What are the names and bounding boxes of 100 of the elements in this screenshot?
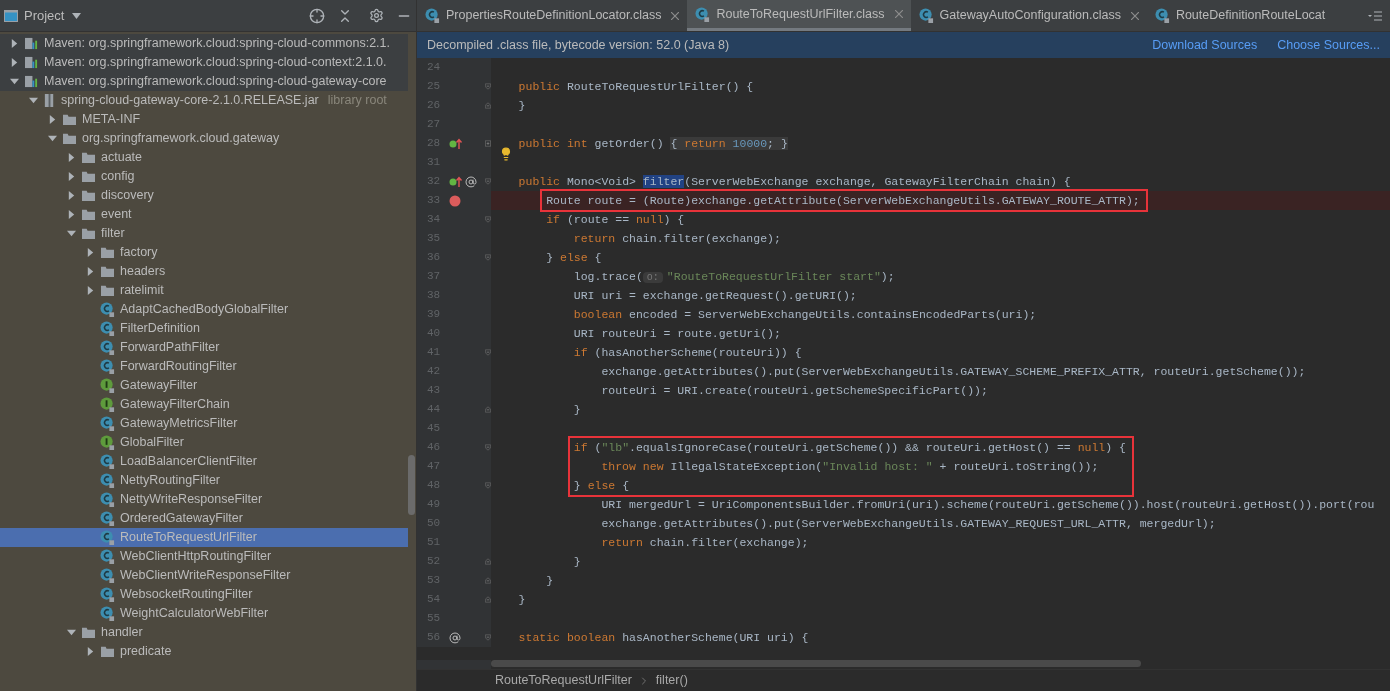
expand-arrow-icon[interactable]	[48, 115, 57, 124]
lightbulb-icon[interactable]	[499, 147, 513, 161]
tree-item[interactable]: META-INF	[0, 110, 408, 129]
code-line: URI routeUri = route.getUri();	[572, 326, 781, 342]
settings-icon[interactable]	[369, 8, 384, 23]
tree-item[interactable]: WebClientHttpRoutingFilter	[0, 547, 408, 566]
editor-tab[interactable]: RouteDefinitionRouteLocat	[1146, 0, 1334, 31]
tree-item[interactable]: WeightCalculatorWebFilter	[0, 604, 408, 623]
tree-item[interactable]: factory	[0, 243, 408, 262]
interface-icon	[100, 378, 115, 393]
folder-icon	[81, 626, 96, 639]
archive-icon	[43, 93, 56, 108]
library-icon	[24, 37, 39, 50]
code-line: return chain.filter(exchange);	[572, 231, 781, 247]
close-icon[interactable]	[671, 11, 680, 20]
tree-item[interactable]: filter	[0, 224, 408, 243]
scrollbar-thumb[interactable]	[408, 455, 415, 515]
tree-item[interactable]: WebClientWriteResponseFilter	[0, 566, 408, 585]
library-icon	[24, 56, 39, 69]
tree-item[interactable]: Maven: org.springframework.cloud:spring-cloud-commons:2.1.	[0, 34, 408, 53]
tree-item[interactable]: ratelimit	[0, 281, 408, 300]
folder-icon	[62, 113, 77, 126]
code-line: boolean encoded = ServerWebExchangeUtils.containsEncodedParts(uri);	[572, 307, 1037, 323]
expand-fold-icon[interactable]	[485, 139, 491, 148]
collapse-arrow-icon[interactable]	[48, 134, 57, 143]
implements-icon[interactable]	[449, 175, 463, 188]
expand-arrow-icon[interactable]	[86, 267, 95, 276]
expand-arrow-icon[interactable]	[10, 39, 19, 48]
tree-item[interactable]: actuate	[0, 148, 408, 167]
code-line: Route route = (Route)exchange.getAttribute(ServerWebExchangeUtils.GATEWAY_ROUTE_ATTR);	[546, 193, 1140, 209]
horizontal-scrollbar-thumb[interactable]	[491, 660, 1141, 667]
collapse-arrow-icon[interactable]	[29, 96, 38, 105]
tree-item[interactable]: GatewayMetricsFilter	[0, 414, 408, 433]
tree-item[interactable]: GatewayFilterChain	[0, 395, 408, 414]
folder-icon	[81, 208, 96, 221]
annotation-icon[interactable]	[465, 175, 477, 188]
library-icon	[24, 75, 39, 88]
interface-icon	[100, 435, 115, 450]
tree-item[interactable]: ForwardPathFilter	[0, 338, 408, 357]
code-line: if ("lb".equalsIgnoreCase(routeUri.getScheme()) && routeUri.getHost() == null) {	[573, 440, 1126, 456]
collapse-arrow-icon[interactable]	[10, 77, 19, 86]
code-line: }	[572, 554, 581, 570]
editor-tab[interactable]: GatewayAutoConfiguration.class	[910, 0, 1147, 31]
class-icon	[100, 606, 115, 621]
tree-item[interactable]: discovery	[0, 186, 408, 205]
class-icon	[100, 359, 115, 374]
tree-item[interactable]: GlobalFilter	[0, 433, 408, 452]
expand-arrow-icon[interactable]	[10, 58, 19, 67]
locate-icon[interactable]	[309, 7, 325, 24]
panel-title[interactable]: Project	[24, 5, 65, 26]
tree-item[interactable]: Maven: org.springframework.cloud:spring-cloud-gateway-core	[0, 72, 408, 91]
tree-item[interactable]: event	[0, 205, 408, 224]
folder-icon	[100, 246, 115, 259]
editor-tab[interactable]: PropertiesRouteDefinitionLocator.class	[417, 0, 688, 31]
code-line: } else {	[545, 250, 602, 266]
close-icon[interactable]	[894, 10, 903, 18]
code-line: static boolean hasAnotherScheme(URI uri) {	[517, 630, 809, 646]
tree-item[interactable]: FilterDefinition	[0, 319, 408, 338]
annotation-icon[interactable]	[449, 631, 461, 644]
editor-tab[interactable]: RouteToRequestUrlFilter.class	[687, 0, 911, 31]
code-line: }	[517, 592, 526, 608]
expand-arrow-icon[interactable]	[86, 647, 95, 656]
tree-item[interactable]: OrderedGatewayFilter	[0, 509, 408, 528]
code-line: }	[545, 573, 554, 589]
tab-list-icon[interactable]	[1368, 10, 1382, 21]
banner-link[interactable]: Download Sources	[1152, 35, 1258, 55]
tree-item[interactable]: AdaptCachedBodyGlobalFilter	[0, 300, 408, 319]
tree-item[interactable]: RouteToRequestUrlFilter	[0, 528, 408, 547]
class-icon	[425, 8, 440, 23]
breadcrumb-item[interactable]: filter()	[655, 671, 688, 690]
class-icon	[695, 6, 711, 22]
tree-item[interactable]: WebsocketRoutingFilter	[0, 585, 408, 604]
tree-item[interactable]: NettyRoutingFilter	[0, 471, 408, 490]
tree-item[interactable]: NettyWriteResponseFilter	[0, 490, 408, 509]
tree-item[interactable]: Maven: org.springframework.cloud:spring-cloud-context:2.1.0.	[0, 53, 408, 72]
banner-link[interactable]: Choose Sources...	[1277, 35, 1380, 55]
breadcrumb-item[interactable]: RouteToRequestUrlFilter	[495, 671, 632, 690]
expand-arrow-icon[interactable]	[86, 286, 95, 295]
breakpoint-icon[interactable]	[449, 194, 461, 207]
tree-item[interactable]: org.springframework.cloud.gateway	[0, 129, 408, 148]
tree-item[interactable]: LoadBalancerClientFilter	[0, 452, 408, 471]
implements-icon[interactable]	[449, 137, 463, 150]
tree-item[interactable]: headers	[0, 262, 408, 281]
expand-arrow-icon[interactable]	[67, 210, 76, 219]
tree-item[interactable]: handler	[0, 623, 408, 642]
tree-item[interactable]: ForwardRoutingFilter	[0, 357, 408, 376]
class-icon	[100, 549, 115, 564]
expand-arrow-icon[interactable]	[67, 153, 76, 162]
tree-item[interactable]: spring-cloud-gateway-core-2.1.0.RELEASE.jar library root	[0, 91, 408, 110]
tree-item[interactable]: GatewayFilter	[0, 376, 408, 395]
tree-item[interactable]: config	[0, 167, 408, 186]
tree-item[interactable]: predicate	[0, 642, 408, 661]
collapse-arrow-icon[interactable]	[67, 628, 76, 637]
expand-arrow-icon[interactable]	[67, 172, 76, 181]
expand-arrow-icon[interactable]	[86, 248, 95, 257]
close-icon[interactable]	[1130, 11, 1139, 20]
collapse-arrow-icon[interactable]	[67, 229, 76, 238]
dropdown-caret-icon[interactable]	[72, 12, 82, 19]
expand-arrow-icon[interactable]	[67, 191, 76, 200]
interface-icon	[100, 397, 115, 412]
